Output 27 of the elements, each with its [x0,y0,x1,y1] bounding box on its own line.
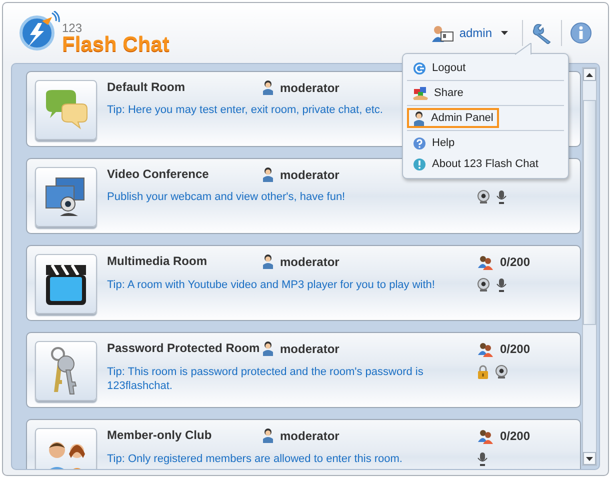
logo-text: Flash Chat [62,34,170,55]
user-menu-link[interactable]: admin [432,24,508,42]
user-count: 0/200 [500,255,530,269]
room-owner: moderator [280,428,340,442]
room-name: Video Conference [107,167,210,181]
user-count: 0/200 [500,429,530,443]
room-name: Password Protected Room [107,341,261,355]
logo-number: 123 [62,22,84,34]
room-owner: moderator [280,342,340,356]
menu-item[interactable]: Admin Panel [407,108,500,128]
room-owner: moderator [280,254,340,268]
menu-item[interactable]: Logout [407,58,564,78]
room-tip: Tip: Here you may test enter, exit room, private chat, etc. [107,104,383,116]
room-card[interactable]: Member-only Club moderator 0/200 Tip: Only registered members are allowed to enter this room. [26,419,581,469]
room-card[interactable]: Multimedia Room moderator 0/200 Tip: A room with Youtube video and MP3 player for you to play with! [26,245,581,321]
room-name: Member-only Club [107,428,213,442]
room-name: Multimedia Room [107,254,208,268]
room-tip: Tip: A room with Youtube video and MP3 player for you to play with! [107,279,435,291]
room-owner: moderator [280,168,340,182]
room-tip: Tip: This room is password protected and the room's password is 123flashchat. [107,366,424,392]
menu-item[interactable]: Share [407,83,564,103]
room-tip: Tip: Only registered members are allowed to enter this room. [107,453,402,465]
room-name: Default Room [107,80,186,94]
user-count: 0/200 [500,342,530,356]
room-owner: moderator [280,80,340,94]
room-card[interactable]: Password Protected Room moderator 0/200 Tip: This room is password protected and the room's password is 123flashchat. [26,332,581,408]
room-tip: Publish your webcam and view other's, have fun! [107,191,346,203]
